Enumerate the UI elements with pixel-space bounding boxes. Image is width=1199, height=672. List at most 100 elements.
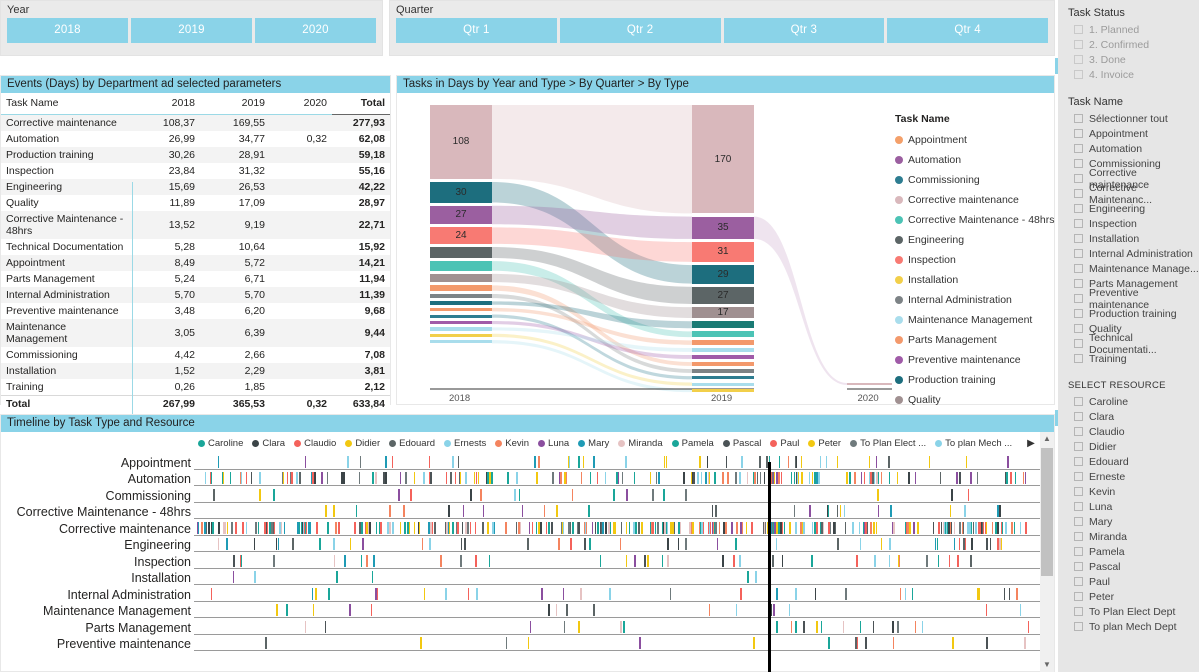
task-name-item[interactable]: Appointment — [1058, 126, 1199, 141]
select-resource-item[interactable]: Pascal — [1058, 559, 1199, 574]
checkbox[interactable] — [1074, 174, 1083, 183]
legend-item[interactable]: Quality — [895, 390, 1055, 410]
sankey-diagram[interactable]: 1083027241703531292717 Task Name Appoint… — [397, 93, 1054, 404]
task-name-item[interactable]: Internal Administration — [1058, 246, 1199, 261]
table-row[interactable]: Maintenance Management3,056,399,44 — [1, 319, 390, 347]
checkbox[interactable] — [1074, 114, 1083, 123]
sankey-node[interactable] — [430, 340, 492, 343]
checkbox[interactable] — [1074, 189, 1083, 198]
column-header-task-name[interactable]: Task Name — [1, 93, 134, 115]
task-name-item[interactable]: Installation — [1058, 231, 1199, 246]
checkbox[interactable] — [1074, 487, 1083, 496]
sankey-node[interactable] — [430, 334, 492, 337]
sankey-node[interactable] — [692, 376, 754, 379]
sankey-node[interactable] — [692, 348, 754, 352]
timeline-scrollbar[interactable]: ▲ ▼ — [1040, 432, 1054, 672]
sankey-node[interactable] — [692, 321, 754, 328]
table-row[interactable]: Corrective Maintenance - 48hrs13,529,192… — [1, 211, 390, 239]
timeline-track[interactable] — [194, 587, 1054, 602]
legend-item[interactable]: Preventive maintenance — [895, 350, 1055, 370]
quarter-option-qtr-4[interactable]: Qtr 4 — [887, 18, 1048, 43]
resource-legend-item[interactable]: To Plan Elect ... — [850, 438, 926, 449]
resource-legend-item[interactable]: Mary — [578, 438, 609, 449]
task-name-item[interactable]: Corrective Maintenanc... — [1058, 186, 1199, 201]
timeline-track[interactable] — [194, 603, 1054, 618]
table-row[interactable]: Installation1,522,293,81 — [1, 363, 390, 379]
table-row[interactable]: Inspection23,8431,3255,16 — [1, 163, 390, 179]
sankey-node[interactable]: 17 — [692, 307, 754, 318]
resource-legend-item[interactable]: Caroline — [198, 438, 243, 449]
select-resource-item[interactable]: Caroline — [1058, 394, 1199, 409]
sankey-node[interactable] — [692, 362, 754, 366]
checkbox[interactable] — [1074, 129, 1083, 138]
checkbox[interactable] — [1074, 249, 1083, 258]
checkbox[interactable] — [1074, 309, 1083, 318]
checkbox[interactable] — [1074, 412, 1083, 421]
select-resource-item[interactable]: Paul — [1058, 574, 1199, 589]
sankey-node[interactable] — [430, 285, 492, 290]
sankey-node[interactable] — [430, 294, 492, 298]
checkbox[interactable] — [1074, 339, 1083, 348]
checkbox[interactable] — [1074, 219, 1083, 228]
checkbox[interactable] — [1074, 457, 1083, 466]
sankey-node[interactable]: 35 — [692, 217, 754, 239]
sankey-node[interactable]: 27 — [692, 287, 754, 304]
sankey-node[interactable] — [430, 321, 492, 324]
year-option-2020[interactable]: 2020 — [255, 18, 376, 43]
table-row[interactable]: Preventive maintenance3,486,209,68 — [1, 303, 390, 319]
timeline-track[interactable] — [194, 620, 1054, 635]
timeline-track[interactable] — [194, 636, 1054, 651]
sankey-node[interactable] — [692, 331, 754, 337]
scrollbar-thumb[interactable] — [1041, 448, 1053, 576]
year-option-2018[interactable]: 2018 — [7, 18, 128, 43]
timeline-track[interactable] — [194, 537, 1054, 552]
checkbox[interactable] — [1074, 264, 1083, 273]
table-row[interactable]: Production training30,2628,9159,18 — [1, 147, 390, 163]
checkbox[interactable] — [1074, 354, 1083, 363]
checkbox[interactable] — [1074, 294, 1083, 303]
resource-legend-item[interactable]: Paul — [770, 438, 799, 449]
checkbox[interactable] — [1074, 532, 1083, 541]
select-resource-item[interactable]: To plan Mech Dept — [1058, 619, 1199, 634]
column-header-2020[interactable]: 2020 — [270, 93, 332, 115]
sankey-node[interactable] — [430, 327, 492, 330]
table-row[interactable]: Quality11,8917,0928,97 — [1, 195, 390, 211]
resource-legend-item[interactable]: Kevin — [495, 438, 529, 449]
select-resource-item[interactable]: Claudio — [1058, 424, 1199, 439]
sankey-node[interactable] — [430, 308, 492, 311]
task-name-item[interactable]: Maintenance Manage... — [1058, 261, 1199, 276]
sankey-node[interactable] — [430, 315, 492, 318]
table-row[interactable]: Appointment8,495,7214,21 — [1, 255, 390, 271]
select-resource-item[interactable]: To Plan Elect Dept — [1058, 604, 1199, 619]
checkbox[interactable] — [1074, 442, 1083, 451]
sankey-node[interactable]: 29 — [692, 265, 754, 283]
checkbox[interactable] — [1074, 517, 1083, 526]
select-resource-item[interactable]: Edouard — [1058, 454, 1199, 469]
legend-item[interactable]: Internal Administration — [895, 290, 1055, 310]
legend-item[interactable]: Corrective Maintenance - 48hrs — [895, 210, 1055, 230]
checkbox[interactable] — [1074, 55, 1083, 64]
resource-legend-item[interactable]: Edouard — [389, 438, 435, 449]
task-status-item[interactable]: 4. Invoice — [1058, 67, 1199, 82]
sankey-node[interactable]: 24 — [430, 227, 492, 243]
select-resource-item[interactable]: Didier — [1058, 439, 1199, 454]
sankey-node[interactable] — [430, 301, 492, 304]
table-row[interactable]: Engineering15,6926,5342,22 — [1, 179, 390, 195]
resource-legend-item[interactable]: Peter — [808, 438, 841, 449]
quarter-option-qtr-3[interactable]: Qtr 3 — [724, 18, 885, 43]
timeline-track[interactable] — [194, 455, 1054, 470]
scroll-down-icon[interactable]: ▼ — [1040, 658, 1054, 672]
select-resource-item[interactable]: Peter — [1058, 589, 1199, 604]
sankey-node[interactable]: 170 — [692, 105, 754, 213]
checkbox[interactable] — [1074, 234, 1083, 243]
task-name-item[interactable]: Technical Documentati... — [1058, 336, 1199, 351]
checkbox[interactable] — [1074, 547, 1083, 556]
task-name-item[interactable]: Automation — [1058, 141, 1199, 156]
sankey-link[interactable] — [754, 217, 847, 385]
sankey-node[interactable] — [430, 247, 492, 258]
select-resource-item[interactable]: Luna — [1058, 499, 1199, 514]
table-row[interactable]: Parts Management5,246,7111,94 — [1, 271, 390, 287]
checkbox[interactable] — [1074, 592, 1083, 601]
sankey-node[interactable] — [847, 383, 892, 385]
legend-item[interactable]: Installation — [895, 270, 1055, 290]
